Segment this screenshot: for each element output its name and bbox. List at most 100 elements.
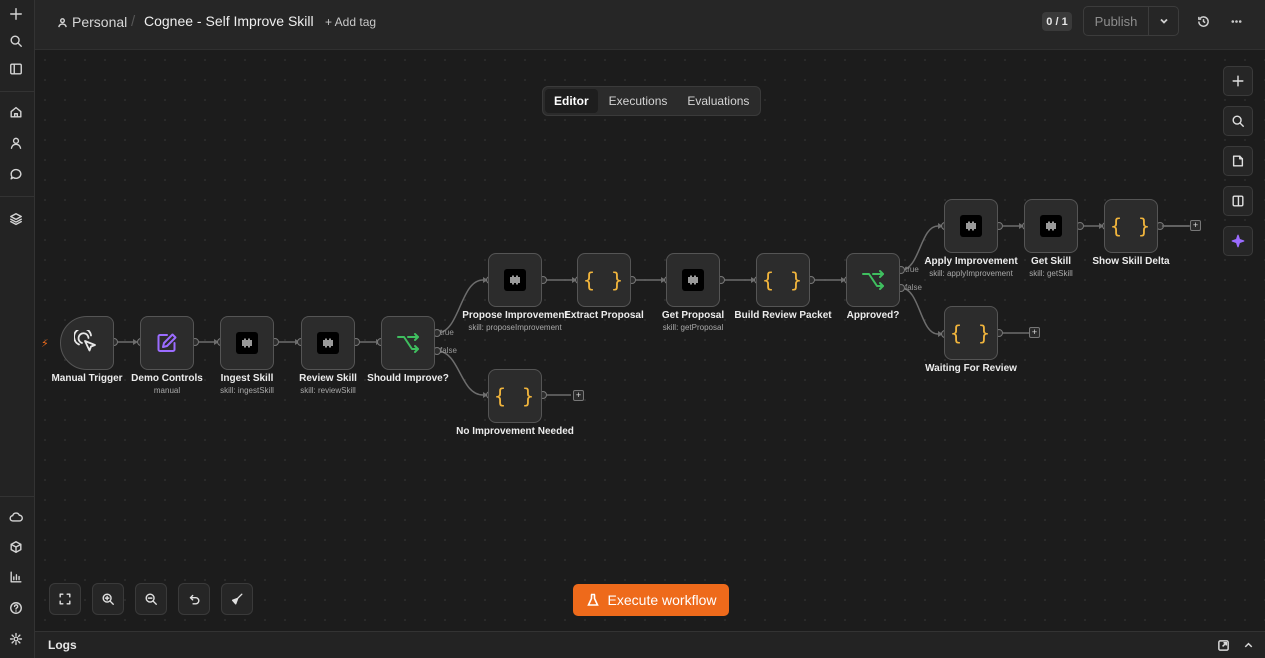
zoom-in-icon	[102, 593, 114, 605]
node-subtitle: skill: getProposal	[662, 323, 724, 332]
zoom-in-button[interactable]	[92, 583, 124, 615]
top-header: Personal / Cognee - Self Improve Skill +…	[35, 0, 1265, 50]
cognee-icon	[236, 332, 258, 354]
cloud-icon[interactable]	[5, 506, 27, 528]
node-should-improve[interactable]	[381, 316, 435, 370]
package-icon[interactable]	[5, 536, 27, 558]
node-subtitle: skill: getSkill	[1029, 269, 1073, 278]
layers-icon[interactable]	[5, 208, 27, 230]
publish-button-group: Publish	[1083, 6, 1179, 36]
breadcrumb-separator: /	[131, 13, 136, 30]
cognee-icon	[504, 269, 526, 291]
sidebar-toggle-icon[interactable]	[5, 58, 27, 80]
chevron-down-icon	[1159, 18, 1168, 24]
panel-icon	[1232, 195, 1244, 207]
project-name: Personal	[72, 14, 128, 30]
cognee-icon	[317, 332, 339, 354]
zoom-out-icon	[145, 593, 157, 605]
add-node-button[interactable]: +	[1190, 220, 1201, 231]
node-label: Should Improve?	[367, 373, 449, 384]
code-braces-icon: { }	[1109, 214, 1153, 238]
flask-icon	[586, 593, 599, 606]
logs-panel-bar[interactable]: Logs	[35, 631, 1265, 658]
add-tag-button[interactable]: + Add tag	[325, 15, 376, 29]
tidy-up-button[interactable]	[221, 583, 253, 615]
search-icon	[1232, 115, 1244, 127]
add-node-button[interactable]: +	[573, 390, 584, 401]
fit-view-icon	[59, 593, 71, 605]
plus-icon	[1232, 75, 1244, 87]
chevron-up-icon[interactable]	[1242, 639, 1255, 652]
node-ingest-skill[interactable]	[220, 316, 274, 370]
popout-icon[interactable]	[1217, 639, 1230, 652]
ai-assistant-button[interactable]	[1223, 226, 1253, 256]
node-get-proposal[interactable]	[666, 253, 720, 307]
edit-form-icon	[157, 333, 177, 352]
sparkle-icon	[1231, 234, 1245, 248]
user-icon	[58, 17, 67, 27]
if-branch-icon	[397, 333, 419, 353]
search-nodes-button[interactable]	[1223, 106, 1253, 136]
trigger-bolt-icon: ⚡	[41, 338, 49, 350]
node-propose-improvement[interactable]	[488, 253, 542, 307]
workflow-title[interactable]: Cognee - Self Improve Skill	[144, 13, 314, 29]
node-build-review-packet[interactable]: { }	[756, 253, 810, 307]
insights-icon[interactable]	[5, 566, 27, 588]
code-braces-icon: { }	[493, 384, 537, 408]
cognee-icon	[1040, 215, 1062, 237]
node-review-skill[interactable]	[301, 316, 355, 370]
undo-icon	[189, 594, 200, 605]
left-rail	[0, 0, 35, 658]
sticky-note-button[interactable]	[1223, 146, 1253, 176]
node-label: No Improvement Needed	[456, 426, 574, 437]
code-braces-icon: { }	[949, 321, 993, 345]
execute-label: Execute workflow	[607, 592, 717, 608]
branch-false-label: false	[905, 283, 922, 292]
workflow-canvas[interactable]: Editor Executions Evaluations ⚡ Manual T…	[35, 50, 1265, 631]
broom-icon	[231, 593, 243, 605]
sticky-note-icon	[1232, 155, 1244, 167]
node-demo-controls[interactable]	[140, 316, 194, 370]
branch-false-label: false	[440, 346, 457, 355]
undo-button[interactable]	[178, 583, 210, 615]
node-waiting-for-review[interactable]: { }	[944, 306, 998, 360]
zoom-out-button[interactable]	[135, 583, 167, 615]
help-icon[interactable]	[5, 597, 27, 619]
search-icon[interactable]	[5, 30, 27, 52]
output-connector	[1162, 225, 1192, 227]
node-extract-proposal[interactable]: { }	[577, 253, 631, 307]
node-label: Approved?	[846, 310, 900, 321]
settings-icon[interactable]	[5, 628, 27, 650]
add-icon[interactable]	[5, 3, 27, 25]
logs-title: Logs	[48, 638, 77, 652]
cognee-icon	[960, 215, 982, 237]
fit-view-button[interactable]	[49, 583, 81, 615]
node-subtitle: skill: proposeImprovement	[468, 323, 562, 332]
cursor-click-icon	[74, 330, 96, 352]
code-braces-icon: { }	[761, 268, 805, 292]
chat-icon[interactable]	[5, 163, 27, 185]
node-manual-trigger[interactable]	[60, 316, 114, 370]
active-counter-badge: 0 / 1	[1042, 12, 1072, 31]
toggle-panel-button[interactable]	[1223, 186, 1253, 216]
node-approved[interactable]	[846, 253, 900, 307]
node-apply-improvement[interactable]	[944, 199, 998, 253]
cognee-icon	[682, 269, 704, 291]
node-show-skill-delta[interactable]: { }	[1104, 199, 1158, 253]
home-icon[interactable]	[5, 101, 27, 123]
add-node-button[interactable]: +	[1029, 327, 1040, 338]
breadcrumb-project[interactable]: Personal	[57, 14, 127, 30]
user-icon[interactable]	[5, 132, 27, 154]
execute-workflow-button[interactable]: Execute workflow	[573, 584, 729, 616]
if-branch-icon	[862, 270, 884, 290]
node-label: Show Skill Delta	[1092, 256, 1170, 267]
history-icon[interactable]	[1194, 12, 1212, 30]
more-options-icon[interactable]	[1227, 12, 1245, 30]
node-label: Waiting For Review	[925, 363, 1017, 374]
node-get-skill[interactable]	[1024, 199, 1078, 253]
node-no-improvement-needed[interactable]: { }	[488, 369, 542, 423]
add-node-panel-button[interactable]	[1223, 66, 1253, 96]
publish-dropdown-button[interactable]	[1149, 7, 1178, 35]
code-braces-icon: { }	[582, 268, 626, 292]
publish-button[interactable]: Publish	[1084, 7, 1149, 35]
